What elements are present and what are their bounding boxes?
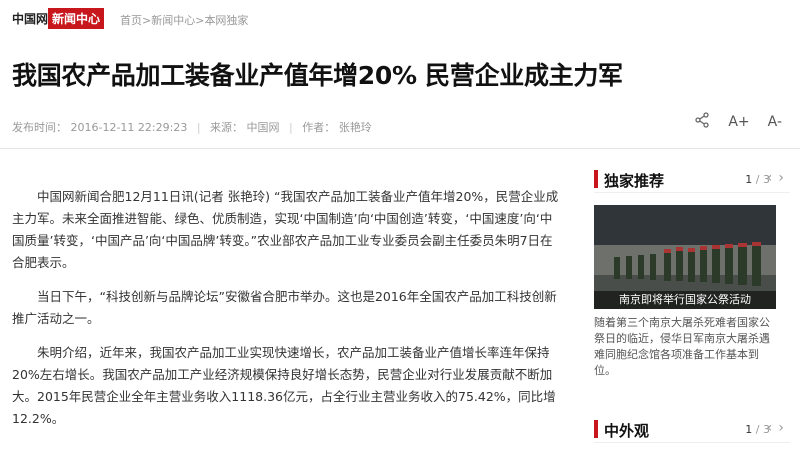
- page-title: 我国农产品加工装备业产值年增20% 民营企业成主力军: [12, 61, 623, 90]
- world-title: 中外观: [604, 422, 650, 440]
- world-header: 中外观 1 / 3 ‹›: [594, 416, 790, 443]
- breadcrumb-news[interactable]: 新闻中心: [151, 14, 195, 27]
- world-nav: ‹›: [767, 420, 790, 436]
- share-icon-graphic: [695, 112, 710, 128]
- font-smaller-button[interactable]: A-: [768, 114, 782, 130]
- article-paragraph: 中国网新闻合肥12月11日讯(记者 张艳玲) “我国农产品加工装备业产值年增20…: [12, 189, 559, 270]
- news-photo[interactable]: 南京即将举行国家公祭活动: [594, 205, 776, 309]
- pager-current: 1: [745, 423, 753, 436]
- top-bar: 中国网 新闻中心 首页>新闻中心>本网独家: [0, 0, 800, 36]
- accent-bar: [594, 420, 598, 438]
- meta-separator: |: [289, 121, 293, 134]
- share-icon[interactable]: [694, 112, 710, 132]
- font-larger-button[interactable]: A+: [728, 114, 749, 130]
- chevron-left-icon[interactable]: ‹: [767, 420, 779, 436]
- exclusive-title: 独家推荐: [604, 172, 665, 190]
- world-box: 中外观 1 / 3 ‹›: [594, 416, 790, 443]
- time-label: 发布时间：: [12, 121, 67, 134]
- header-divider: [0, 148, 800, 149]
- source-value: 中国网: [246, 121, 280, 134]
- chevron-left-icon[interactable]: ‹: [767, 170, 779, 186]
- article-toolbar: A+ A-: [694, 112, 782, 132]
- article-paragraph: 朱明介绍，近年来，我国农产品加工业实现快速增长，农产品加工装备业产值增长率连年保…: [12, 345, 556, 426]
- section-tag[interactable]: 新闻中心: [48, 8, 105, 29]
- article-paragraph: 当日下午，“科技创新与品牌论坛”安徽省合肥市举办。这也是2016年全国农产品加工…: [12, 289, 557, 326]
- author-value: 张艳玲: [338, 121, 372, 134]
- author-label: 作者：: [302, 121, 336, 134]
- breadcrumb-home[interactable]: 首页: [120, 14, 142, 27]
- meta-separator: |: [196, 121, 201, 134]
- exclusive-nav: ‹›: [767, 170, 790, 186]
- site-logo[interactable]: 中国网: [12, 10, 48, 27]
- accent-bar: [594, 170, 598, 188]
- chevron-right-icon[interactable]: ›: [778, 420, 790, 436]
- breadcrumb-exclusive[interactable]: 本网独家: [204, 14, 248, 27]
- photo-caption[interactable]: 南京即将举行国家公祭活动: [594, 291, 776, 309]
- article-body: 中国网新闻合肥12月11日讯(记者 张艳玲) “我国农产品加工装备业产值年增20…: [12, 186, 560, 442]
- article-meta: 发布时间： 2016-12-11 22:29:23 | 来源： 中国网 | 作者…: [12, 119, 372, 135]
- chevron-right-icon[interactable]: ›: [778, 170, 790, 186]
- source-label: 来源：: [210, 121, 244, 134]
- pager-current: 1: [745, 173, 753, 186]
- breadcrumb-separator: >: [142, 14, 152, 27]
- breadcrumb: 首页>新闻中心>本网独家: [120, 12, 248, 28]
- exclusive-box: 独家推荐 1 / 3 ‹› 南京即将举行国家公祭活动 随着第三个南京大屠杀死难者…: [594, 166, 790, 379]
- news-description[interactable]: 随着第三个南京大屠杀死难者国家公祭日的临近，侵华日军南京大屠杀遇难同胞纪念馆各项…: [594, 315, 780, 379]
- exclusive-header: 独家推荐 1 / 3 ‹›: [594, 166, 790, 193]
- publish-time: 2016-12-11 22:29:23: [70, 121, 188, 134]
